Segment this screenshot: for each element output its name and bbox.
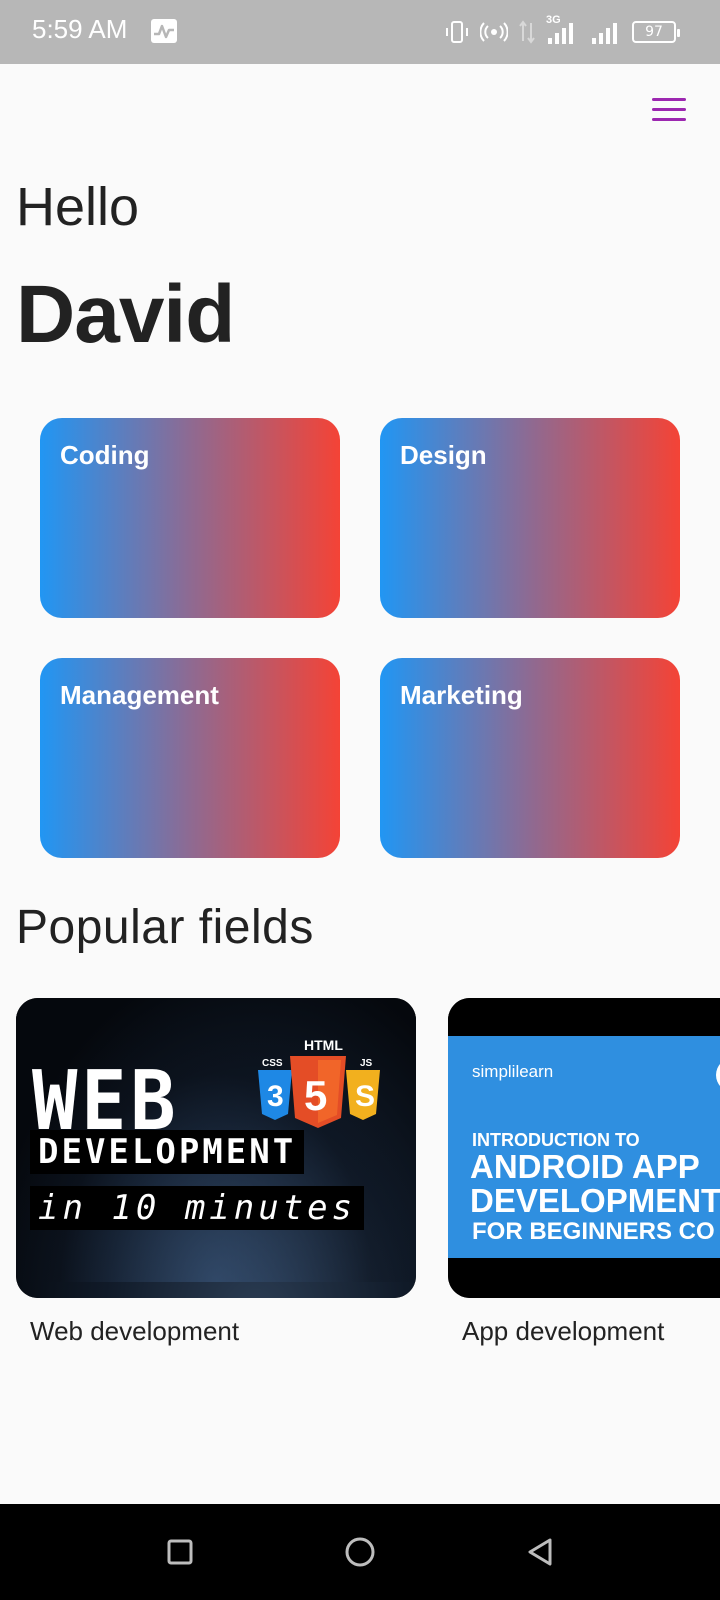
section-title-popular: Popular fields <box>16 901 314 954</box>
hotspot-icon <box>480 22 508 42</box>
category-card-design[interactable]: Design <box>380 418 680 618</box>
thumbnail-tagline: in 10 minutes <box>30 1186 365 1230</box>
category-card-marketing[interactable]: Marketing <box>380 658 680 858</box>
home-circle-icon[interactable] <box>340 1532 380 1572</box>
status-time: 5:59 AM <box>32 14 128 44</box>
vibrate-icon <box>446 21 468 43</box>
js-badge: JS <box>360 1058 373 1069</box>
css-badge: CSS <box>262 1058 283 1069</box>
category-label: Marketing <box>400 680 523 710</box>
user-name: David <box>16 269 235 360</box>
css-number: 3 <box>267 1080 284 1113</box>
category-label: Coding <box>60 440 150 470</box>
signal-icon: 3G <box>546 14 580 46</box>
system-nav-bar <box>0 1504 720 1600</box>
course-card-app-development[interactable]: simplilearn INTRODUCTION TO ANDROID APP … <box>448 998 720 1298</box>
battery-level: 97 <box>645 24 663 40</box>
thumbnail-line3: FOR BEGINNERS CO <box>472 1218 715 1245</box>
course-caption-web: Web development <box>30 1316 240 1346</box>
category-card-coding[interactable]: Coding <box>40 418 340 618</box>
thumbnail-brand: simplilearn <box>472 1062 554 1081</box>
thumbnail-line2: DEVELOPMENT <box>470 1182 720 1219</box>
category-label: Management <box>60 680 219 710</box>
greeting-hello: Hello <box>16 177 140 237</box>
web-tech-logos-icon: HTML CSS JS 3 S 5 <box>258 1037 380 1128</box>
html-badge: HTML <box>304 1037 343 1053</box>
signal-icon <box>592 23 617 44</box>
js-number: S <box>355 1080 375 1113</box>
html-number: 5 <box>304 1072 327 1119</box>
web-development-thumbnail: WEB DEVELOPMENT in 10 minutes HTML CSS J… <box>16 998 416 1298</box>
data-arrows-icon <box>519 20 535 44</box>
recents-square-icon[interactable] <box>160 1532 200 1572</box>
app-development-thumbnail: simplilearn INTRODUCTION TO ANDROID APP … <box>448 998 720 1298</box>
category-label: Design <box>400 440 487 470</box>
status-icons: 3G 97 <box>444 14 680 48</box>
hamburger-menu-icon[interactable] <box>648 96 690 128</box>
course-card-web-development[interactable]: WEB DEVELOPMENT in 10 minutes HTML CSS J… <box>16 998 416 1298</box>
course-caption-app: App development <box>462 1316 665 1346</box>
category-card-management[interactable]: Management <box>40 658 340 858</box>
thumbnail-subtitle: DEVELOPMENT <box>30 1130 305 1174</box>
back-triangle-icon[interactable] <box>520 1532 560 1572</box>
status-bar: 5:59 AM 3G 97 <box>0 0 720 64</box>
activity-icon <box>151 19 177 43</box>
battery-icon: 97 <box>632 21 680 43</box>
thumbnail-line1: ANDROID APP <box>470 1148 700 1185</box>
